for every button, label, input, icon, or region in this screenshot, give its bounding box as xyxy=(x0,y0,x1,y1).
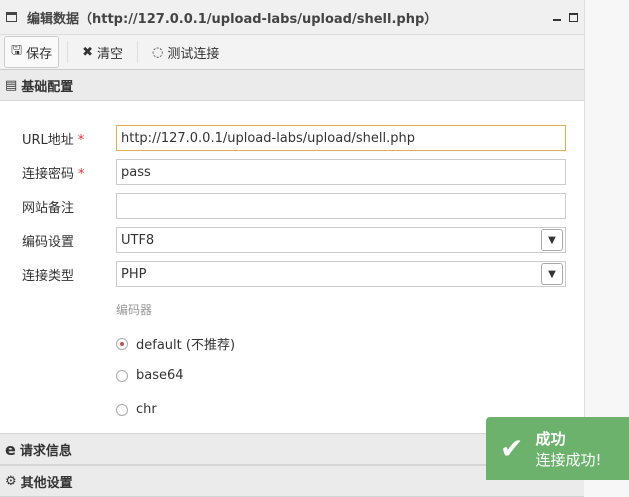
encoder-label: 编码器 xyxy=(116,303,153,317)
divider xyxy=(137,41,139,63)
toolbar: 🖫 保存 ✖ 清空 ◌ 测试连接 xyxy=(0,35,584,70)
note-label: 网站备注 xyxy=(22,200,75,216)
encoding-label: 编码设置 xyxy=(22,234,75,250)
save-icon: 🖫 xyxy=(11,43,23,58)
basic-config-form: URL地址 * http://127.0.0.1/upload-labs/uploa… xyxy=(0,101,584,433)
encoding-select[interactable]: UTF8 ▼ xyxy=(116,227,566,253)
password-row: 连接密码 * pass xyxy=(22,158,566,186)
minimize-icon[interactable] xyxy=(553,19,561,21)
test-connection-button[interactable]: ◌ 测试连接 xyxy=(146,39,225,66)
spinner-icon: ◌ xyxy=(152,44,164,60)
ie-icon: e xyxy=(5,439,16,459)
divider xyxy=(67,41,69,63)
radio-default[interactable]: default (不推荐) xyxy=(116,334,235,353)
chevron-down-icon: ▼ xyxy=(541,229,563,251)
type-select[interactable]: PHP ▼ xyxy=(116,261,566,287)
save-button[interactable]: 🖫 保存 xyxy=(4,36,60,68)
type-label: 连接类型 xyxy=(22,268,75,284)
edit-data-window: 编辑数据（http://127.0.0.1/upload-labs/upload… xyxy=(0,0,585,497)
toast-title: 成功 xyxy=(535,429,566,448)
url-row: URL地址 * http://127.0.0.1/upload-labs/uploa… xyxy=(22,124,566,152)
password-input[interactable]: pass xyxy=(116,159,566,185)
note-input[interactable] xyxy=(116,193,566,219)
note-row: 网站备注 xyxy=(22,192,566,220)
password-label: 连接密码 xyxy=(22,166,75,182)
chevron-down-icon: ▼ xyxy=(541,263,563,285)
maximize-icon[interactable] xyxy=(569,12,578,22)
url-input[interactable]: http://127.0.0.1/upload-labs/upload/shel… xyxy=(116,125,566,151)
clear-button[interactable]: ✖ 清空 xyxy=(76,39,129,66)
success-toast[interactable]: ✔ 成功连接成功! xyxy=(486,417,629,480)
toast-message: 连接成功! xyxy=(535,450,602,469)
document-icon: ▤ xyxy=(5,77,18,93)
radio-base64[interactable]: base64 xyxy=(116,368,184,383)
url-label: URL地址 xyxy=(22,132,74,148)
gear-icon: ⚙ xyxy=(5,473,17,489)
type-row: 连接类型 PHP ▼ xyxy=(22,260,566,288)
encoding-row: 编码设置 UTF8 ▼ xyxy=(22,226,566,254)
radio-chr[interactable]: chr xyxy=(116,402,157,417)
close-icon: ✖ xyxy=(82,44,93,60)
check-icon: ✔ xyxy=(500,432,524,465)
window-title: 编辑数据（http://127.0.0.1/upload-labs/upload… xyxy=(27,11,438,27)
section-basic-config[interactable]: ▤ 基础配置 xyxy=(0,70,584,101)
window-icon xyxy=(6,12,17,22)
title-bar: 编辑数据（http://127.0.0.1/upload-labs/upload… xyxy=(0,0,584,35)
